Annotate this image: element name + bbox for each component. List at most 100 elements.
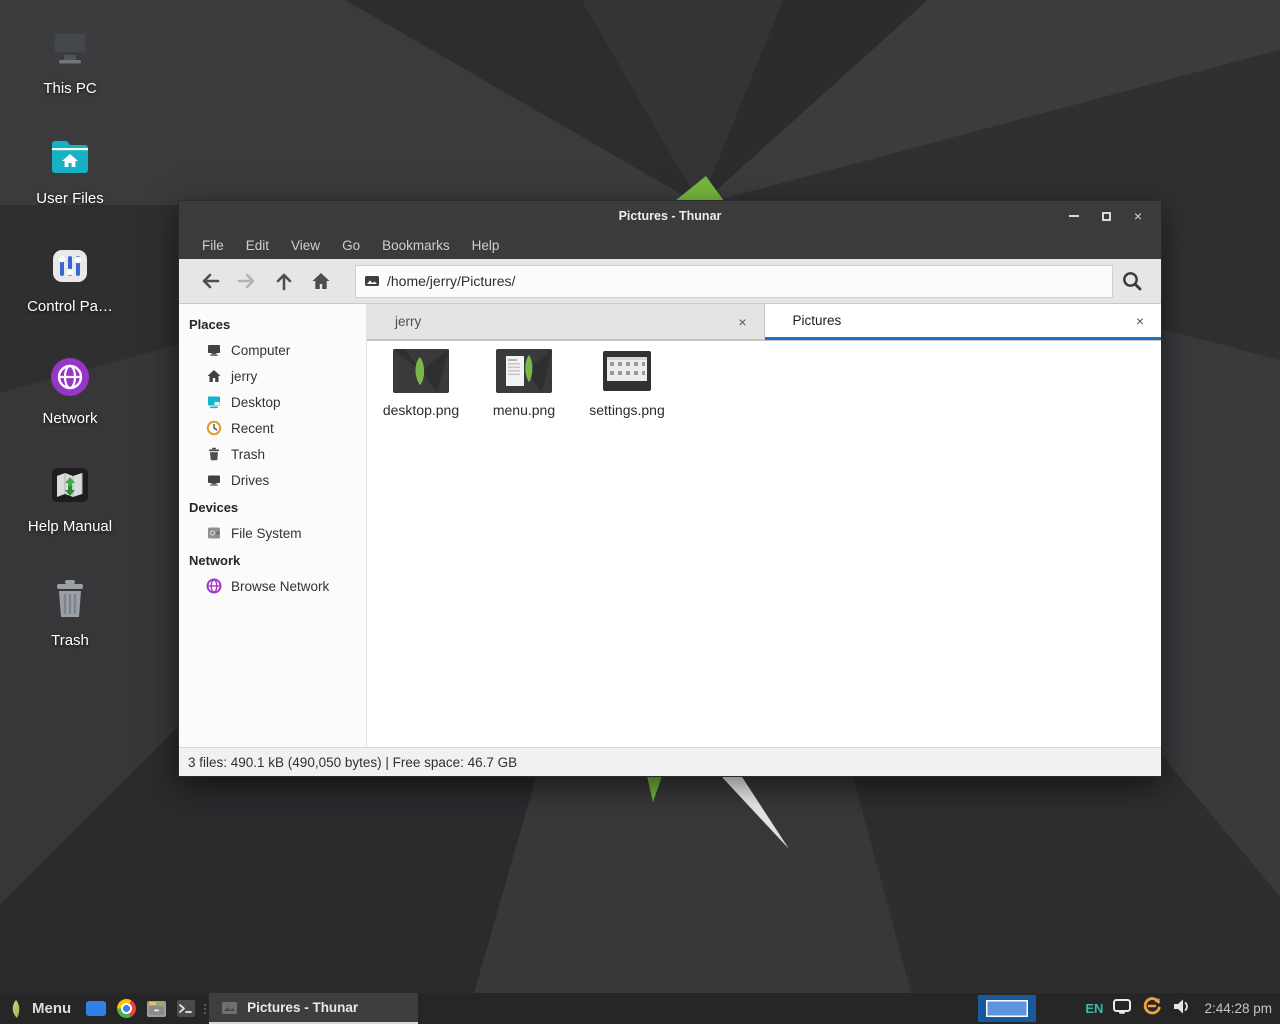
clock[interactable]: 2:44:28 pm: [1204, 1001, 1272, 1016]
help-manual-icon: [45, 462, 95, 513]
taskbar-window-button[interactable]: Pictures - Thunar: [209, 993, 418, 1024]
tab-close-icon[interactable]: ×: [1131, 313, 1149, 329]
sidebar-item-computer[interactable]: Computer: [179, 337, 366, 363]
maximize-button[interactable]: [1095, 205, 1117, 227]
minimize-icon: [1069, 215, 1079, 217]
chrome-icon: [117, 999, 136, 1018]
status-text: 3 files: 490.1 kB (490,050 bytes) | Free…: [188, 755, 517, 770]
desktop-icon-this-pc[interactable]: This PC: [14, 26, 126, 97]
back-arrow-icon: [199, 270, 221, 292]
path-bar[interactable]: /home/jerry/Pictures/: [355, 265, 1113, 298]
trash-icon: [45, 576, 95, 627]
control-panel-icon: [45, 244, 95, 293]
tab-close-icon[interactable]: ×: [734, 314, 752, 330]
tab-pictures[interactable]: Pictures ×: [765, 304, 1162, 340]
menu-file[interactable]: File: [191, 234, 235, 257]
taskbar-separator: [201, 993, 209, 1024]
menu-button[interactable]: Menu: [0, 993, 81, 1024]
menubar: File Edit View Go Bookmarks Help: [179, 231, 1161, 259]
forward-button[interactable]: [228, 264, 265, 298]
sidebar-item-jerry[interactable]: jerry: [179, 363, 366, 389]
image-thumbnail: [496, 349, 552, 398]
desktop-icon-control-panel[interactable]: Control Pa…: [14, 244, 126, 315]
home-button[interactable]: [302, 264, 339, 298]
window-button-icon: [221, 1001, 238, 1015]
titlebar[interactable]: Pictures - Thunar ×: [179, 201, 1161, 231]
desktop-icon-help-manual[interactable]: Help Manual: [14, 462, 126, 535]
browser-launcher[interactable]: [111, 993, 141, 1024]
sidebar-item-recent[interactable]: Recent: [179, 415, 366, 441]
sidebar-item-file-system[interactable]: File System: [179, 520, 366, 546]
drives-icon: [206, 472, 222, 488]
desktop-icon-label: Help Manual: [14, 518, 126, 535]
menu-help[interactable]: Help: [461, 234, 511, 257]
maximize-icon: [1102, 212, 1111, 221]
file-name: settings.png: [577, 402, 677, 418]
sidebar-item-label: Desktop: [231, 395, 281, 410]
forward-arrow-icon: [236, 270, 258, 292]
trash-icon: [206, 446, 222, 462]
up-button[interactable]: [265, 264, 302, 298]
content-row: Places Computer jerry Desktop Recent Tra…: [179, 304, 1161, 747]
sidebar-item-trash[interactable]: Trash: [179, 441, 366, 467]
menu-view[interactable]: View: [280, 234, 331, 257]
tab-bar: jerry × Pictures ×: [367, 304, 1161, 341]
window-button-label: Pictures - Thunar: [247, 1000, 358, 1015]
update-refresh-icon: [1141, 995, 1163, 1017]
desktop-icon-user-files[interactable]: User Files: [14, 134, 126, 207]
image-thumbnail: [393, 349, 449, 398]
menu-button-label: Menu: [32, 1000, 71, 1017]
tab-jerry[interactable]: jerry ×: [367, 304, 765, 340]
file-view[interactable]: desktop.png menu.png settings.png: [367, 341, 1161, 747]
desktop-icon-label: Control Pa…: [14, 298, 126, 315]
desktop-icon-network[interactable]: Network: [14, 354, 126, 427]
search-button[interactable]: [1113, 264, 1151, 298]
sidebar-header-places: Places: [179, 310, 366, 337]
show-desktop-button[interactable]: [81, 993, 111, 1024]
file-manager-launcher[interactable]: [141, 993, 171, 1024]
close-button[interactable]: ×: [1127, 205, 1149, 227]
active-workspace[interactable]: [986, 1000, 1028, 1017]
file-item-menu-png[interactable]: menu.png: [474, 349, 574, 418]
desktop-icon-label: Trash: [14, 632, 126, 649]
display-tray-button[interactable]: [1112, 998, 1132, 1020]
desktop-icon-label: Network: [14, 410, 126, 427]
display-icon: [1112, 998, 1132, 1015]
workspace-switcher[interactable]: [978, 995, 1036, 1022]
sidebar-item-label: Computer: [231, 343, 290, 358]
sidebar-header-devices: Devices: [179, 493, 366, 520]
home-icon: [206, 368, 222, 384]
sidebar-item-label: File System: [231, 526, 302, 541]
menu-bookmarks[interactable]: Bookmarks: [371, 234, 461, 257]
back-button[interactable]: [191, 264, 228, 298]
mint-logo-icon: [8, 998, 25, 1020]
path-text: /home/jerry/Pictures/: [387, 273, 515, 289]
file-name: desktop.png: [371, 402, 471, 418]
desktop-icon-trash[interactable]: Trash: [14, 576, 126, 649]
file-item-settings-png[interactable]: settings.png: [577, 349, 677, 418]
keyboard-layout-indicator[interactable]: EN: [1085, 1001, 1103, 1016]
sidebar-item-browse-network[interactable]: Browse Network: [179, 573, 366, 599]
menu-go[interactable]: Go: [331, 234, 371, 257]
minimize-button[interactable]: [1063, 205, 1085, 227]
close-icon: ×: [1134, 208, 1142, 224]
terminal-icon: [176, 999, 196, 1018]
desktop-icon-label: This PC: [14, 80, 126, 97]
computer-icon: [206, 342, 222, 358]
window-title: Pictures - Thunar: [179, 209, 1161, 223]
up-arrow-icon: [273, 270, 295, 292]
file-item-desktop-png[interactable]: desktop.png: [371, 349, 471, 418]
tab-label: jerry: [395, 314, 421, 329]
image-file-icon: [364, 274, 380, 288]
sidebar-item-desktop[interactable]: Desktop: [179, 389, 366, 415]
file-cabinet-icon: [146, 999, 167, 1018]
volume-tray-button[interactable]: [1172, 998, 1191, 1020]
sidebar-item-drives[interactable]: Drives: [179, 467, 366, 493]
status-bar: 3 files: 490.1 kB (490,050 bytes) | Free…: [179, 747, 1161, 776]
update-manager-tray-button[interactable]: [1141, 995, 1163, 1022]
terminal-launcher[interactable]: [171, 993, 201, 1024]
menu-edit[interactable]: Edit: [235, 234, 280, 257]
sidebar: Places Computer jerry Desktop Recent Tra…: [179, 304, 367, 747]
home-folder-icon: [45, 134, 95, 185]
file-name: menu.png: [474, 402, 574, 418]
